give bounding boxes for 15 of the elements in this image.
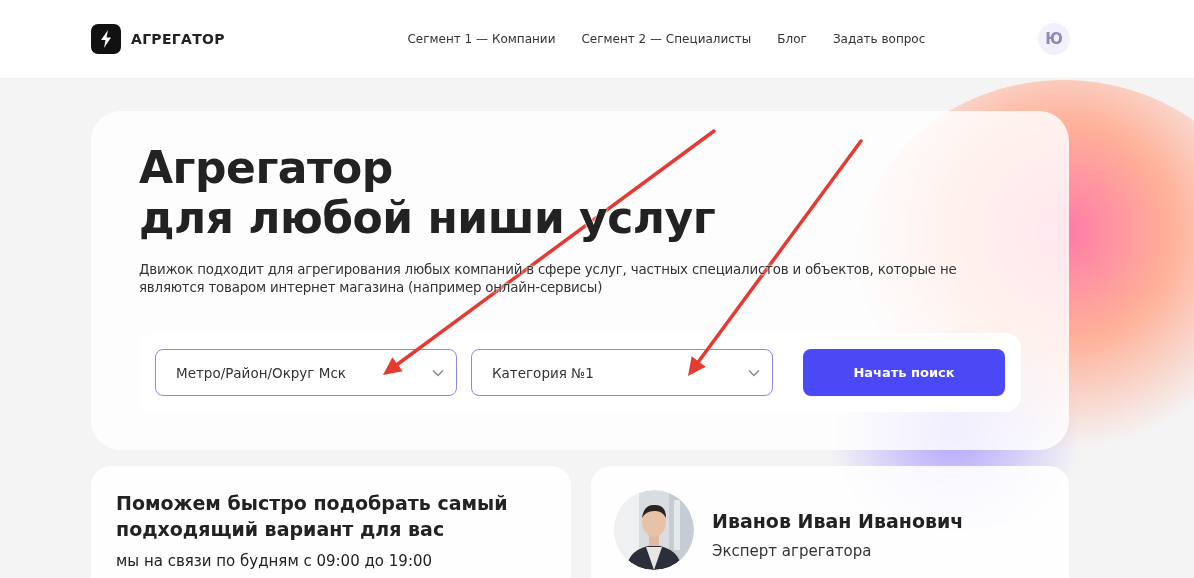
- nav-link[interactable]: Сегмент 2 — Специалисты: [581, 32, 752, 46]
- working-hours: мы на связи по будням с 09:00 до 19:00: [116, 552, 434, 570]
- nav-link[interactable]: Блог: [777, 32, 807, 46]
- dropdown-select[interactable]: Метро/Район/Округ Мск: [155, 349, 457, 396]
- search-button[interactable]: Начать поиск: [803, 349, 1005, 396]
- nav-link[interactable]: Задать вопрос: [832, 32, 926, 46]
- help-title: Поможем быстро подобрать самый подходящий вариант для вас: [116, 491, 509, 542]
- nav-link[interactable]: Сегмент 1 — Компании: [407, 32, 556, 46]
- logo-text[interactable]: АГРЕГАТОР: [131, 31, 225, 47]
- lightning-logo-icon[interactable]: [91, 24, 121, 54]
- dropdown-select[interactable]: Категория №1: [471, 349, 773, 396]
- expert-role: Эксперт агрегатора: [712, 542, 873, 560]
- expert-name: Иванов Иван Иванович: [712, 510, 964, 532]
- chevron-down-icon: [748, 368, 760, 377]
- chevron-down-icon: [432, 368, 444, 377]
